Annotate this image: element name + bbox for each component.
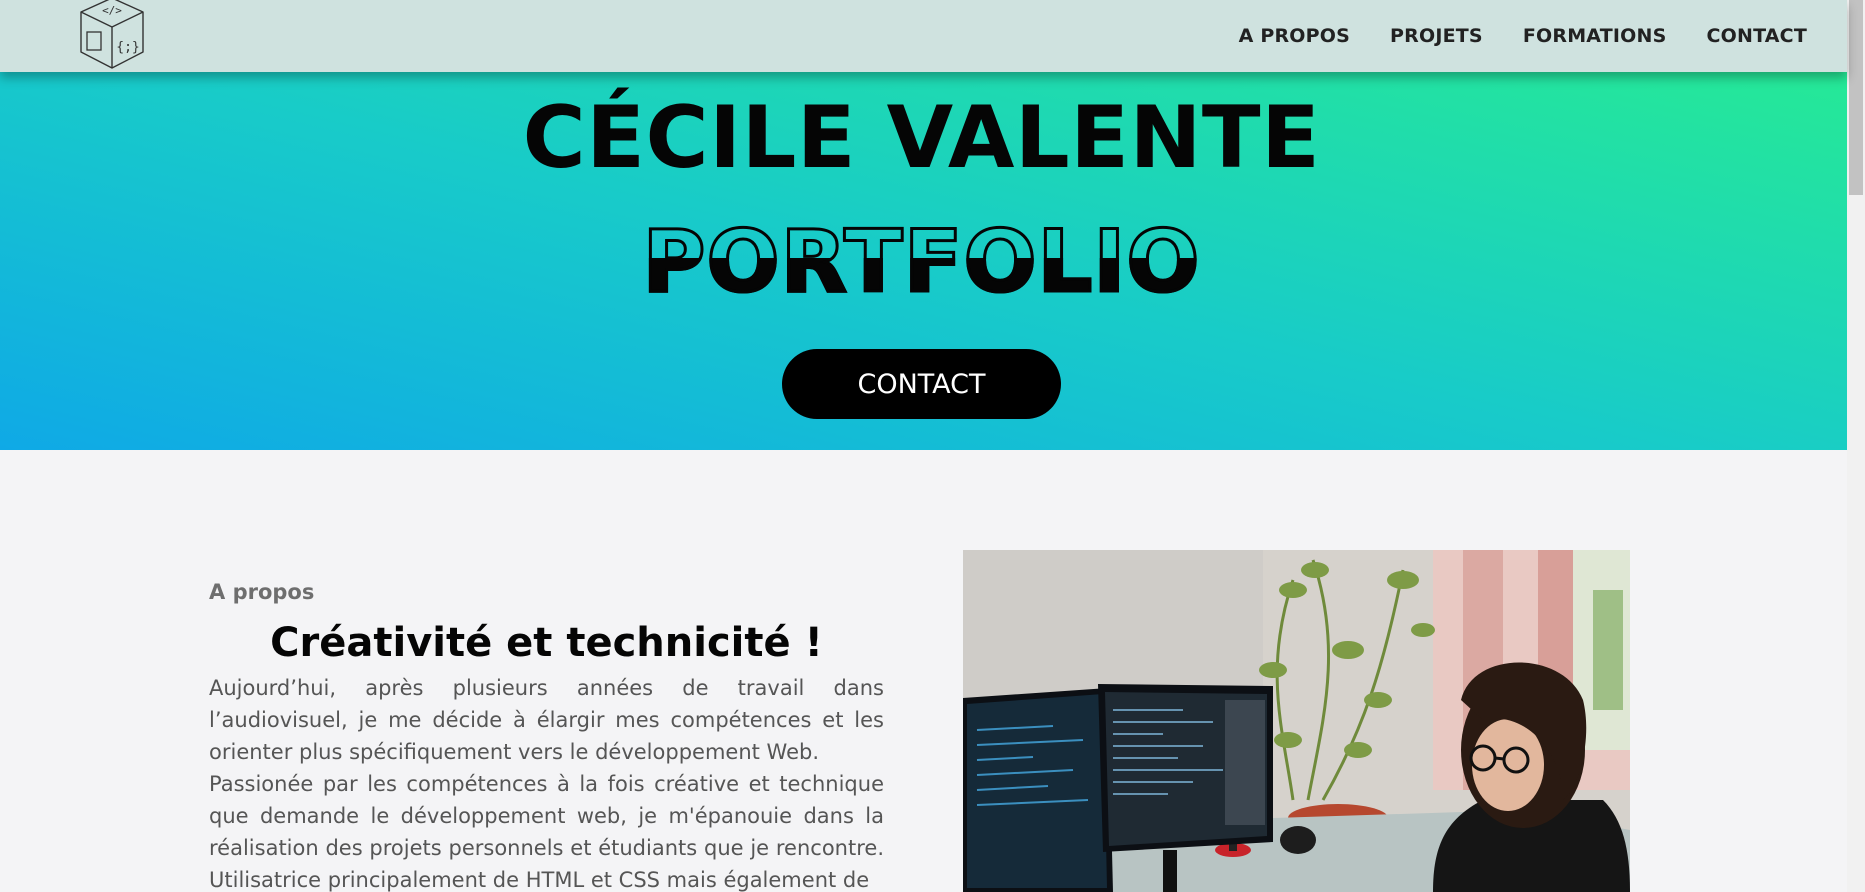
nav-link-projets[interactable]: PROJETS xyxy=(1390,25,1483,47)
hero-contact-button[interactable]: CONTACT xyxy=(782,349,1061,419)
about-paragraph: Passionée par les compétences à la fois … xyxy=(209,772,884,892)
about-kicker: A propos xyxy=(209,580,315,604)
scrollbar-thumb[interactable] xyxy=(1849,0,1863,195)
page-scrollbar[interactable] xyxy=(1847,0,1865,892)
main-nav: A PROPOS PROJETS FORMATIONS CONTACT xyxy=(1199,0,1847,72)
nav-link-formations[interactable]: FORMATIONS xyxy=(1523,25,1667,47)
logo-code-cube-icon[interactable]: </> {;} xyxy=(77,0,147,72)
logo-glyph-top: </> xyxy=(102,4,122,17)
logo-glyph-right: {;} xyxy=(116,40,139,55)
hero-name: CÉCILE VALENTE xyxy=(522,88,1321,188)
nav-link-contact[interactable]: CONTACT xyxy=(1707,25,1808,47)
navbar: </> {;} A PROPOS PROJETS FORMATIONS CONT… xyxy=(0,0,1847,72)
about-paragraph: Aujourd’hui, après plusieurs années de t… xyxy=(209,676,884,764)
nav-link-a-propos[interactable]: A PROPOS xyxy=(1239,25,1350,47)
about-text: Aujourd’hui, après plusieurs années de t… xyxy=(209,672,884,892)
hero-subtitle: PORTFOLIO xyxy=(0,211,1843,314)
about-photo xyxy=(963,550,1630,892)
page: CÉCILE VALENTE PORTFOLIO CONTACT </> {;}… xyxy=(0,0,1865,892)
about-title: Créativité et technicité ! xyxy=(270,620,823,666)
